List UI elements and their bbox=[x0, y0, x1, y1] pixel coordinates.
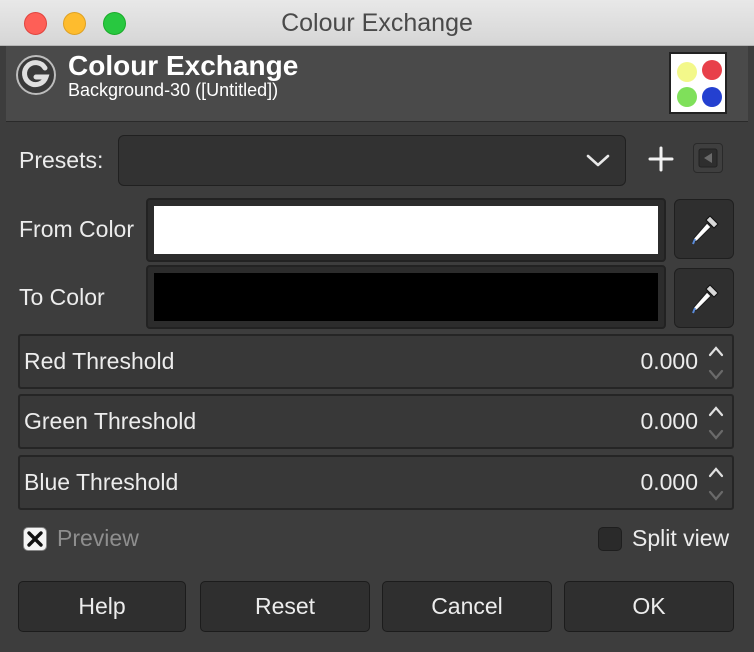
reset-button[interactable]: Reset bbox=[200, 581, 370, 632]
gimp-logo-icon bbox=[16, 55, 56, 95]
blue-threshold-label: Blue Threshold bbox=[24, 469, 179, 495]
blue-threshold-value[interactable]: 0.000 bbox=[640, 469, 698, 496]
presets-label: Presets: bbox=[19, 147, 104, 173]
help-button[interactable]: Help bbox=[18, 581, 186, 632]
dialog-header: Colour Exchange Background-30 ([Untitled… bbox=[6, 46, 748, 122]
red-threshold-spinscale[interactable]: Red Threshold 0.000 bbox=[18, 334, 734, 389]
plus-icon bbox=[648, 146, 674, 172]
split-view-label[interactable]: Split view bbox=[632, 525, 729, 552]
from-color-label: From Color bbox=[19, 216, 135, 242]
green-dot bbox=[677, 87, 697, 107]
cancel-button[interactable]: Cancel bbox=[382, 581, 552, 632]
dialog-subtitle: Background-30 ([Untitled]) bbox=[68, 80, 279, 100]
from-color-swatch bbox=[154, 206, 658, 254]
spin-arrows-icon[interactable] bbox=[704, 340, 728, 384]
colour-exchange-dialog: Colour Exchange Colour Exchange Backgrou… bbox=[0, 0, 754, 652]
green-threshold-value[interactable]: 0.000 bbox=[640, 408, 698, 435]
eyedropper-icon bbox=[692, 215, 719, 245]
split-view-checkbox[interactable] bbox=[598, 527, 622, 551]
spin-arrows-icon[interactable] bbox=[704, 461, 728, 505]
window-title: Colour Exchange bbox=[281, 9, 473, 37]
checkmark-x-icon bbox=[27, 531, 43, 547]
to-color-picker-button[interactable] bbox=[674, 268, 734, 328]
spin-arrows-icon[interactable] bbox=[704, 400, 728, 444]
dialog-title: Colour Exchange bbox=[68, 50, 299, 81]
ok-button[interactable]: OK bbox=[564, 581, 734, 632]
blue-threshold-spinscale[interactable]: Blue Threshold 0.000 bbox=[18, 455, 734, 510]
from-color-picker-button[interactable] bbox=[674, 199, 734, 259]
window-titlebar: Colour Exchange bbox=[0, 0, 754, 46]
to-color-button[interactable] bbox=[146, 265, 666, 329]
triangle-left-icon bbox=[698, 148, 718, 168]
eyedropper-icon bbox=[692, 284, 719, 314]
preview-checkbox[interactable] bbox=[23, 527, 47, 551]
blue-dot bbox=[702, 87, 722, 107]
preset-menu-button[interactable] bbox=[693, 143, 723, 173]
from-color-button[interactable] bbox=[146, 198, 666, 262]
red-threshold-label: Red Threshold bbox=[24, 348, 175, 374]
to-color-label: To Color bbox=[19, 284, 105, 310]
green-threshold-label: Green Threshold bbox=[24, 408, 197, 434]
presets-combo[interactable] bbox=[118, 135, 626, 186]
yellow-dot bbox=[677, 62, 697, 82]
layer-preview-thumbnail bbox=[669, 52, 727, 114]
red-dot bbox=[702, 60, 722, 80]
green-threshold-spinscale[interactable]: Green Threshold 0.000 bbox=[18, 394, 734, 449]
to-color-swatch bbox=[154, 273, 658, 321]
red-threshold-value[interactable]: 0.000 bbox=[640, 348, 698, 375]
chevron-down-icon bbox=[586, 154, 610, 167]
preview-label[interactable]: Preview bbox=[57, 525, 139, 552]
add-preset-button[interactable] bbox=[645, 143, 677, 175]
